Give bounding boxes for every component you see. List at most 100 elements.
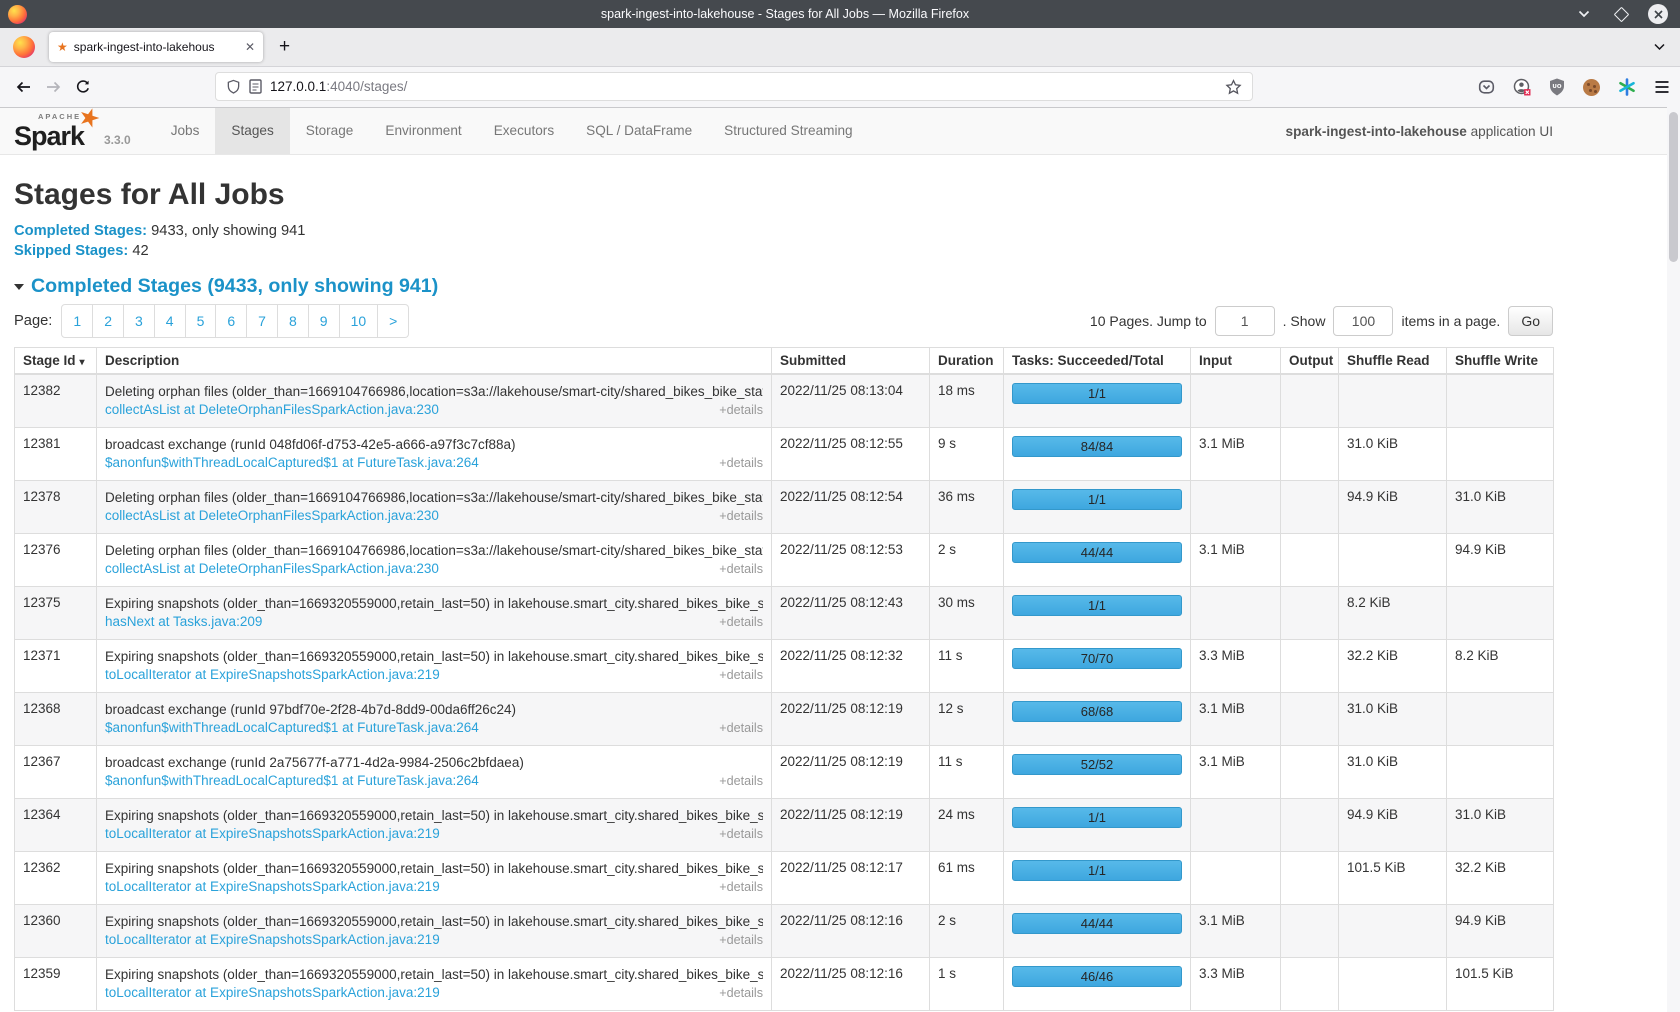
details-toggle[interactable]: +details <box>719 825 763 843</box>
items-per-page-input[interactable] <box>1333 306 1393 336</box>
bookmark-star-icon[interactable] <box>1225 79 1242 95</box>
stage-row: 12375Expiring snapshots (older_than=1669… <box>15 587 1554 640</box>
shuffle-read-cell: 94.9 KiB <box>1339 799 1447 852</box>
page-info-icon[interactable] <box>249 79 262 94</box>
tab-close-icon[interactable]: ✕ <box>245 40 255 54</box>
nav-item-sql-dataframe[interactable]: SQL / DataFrame <box>570 108 708 154</box>
col-header-stage-id[interactable]: Stage Id▾ <box>15 348 97 375</box>
col-header-duration[interactable]: Duration <box>930 348 1004 375</box>
submitted-cell: 2022/11/25 08:12:19 <box>772 746 930 799</box>
description-cell: Expiring snapshots (older_than=166932055… <box>97 958 772 1011</box>
duration-cell: 11 s <box>930 746 1004 799</box>
stage-detail-link[interactable]: collectAsList at DeleteOrphanFilesSparkA… <box>105 507 439 525</box>
new-tab-button[interactable]: + <box>279 36 290 58</box>
nav-item-structured-streaming[interactable]: Structured Streaming <box>708 108 868 154</box>
page-button-9[interactable]: 9 <box>309 304 340 338</box>
details-toggle[interactable]: +details <box>719 560 763 578</box>
page-button-4[interactable]: 4 <box>155 304 186 338</box>
col-header-output[interactable]: Output <box>1281 348 1339 375</box>
shuffle-write-cell <box>1447 428 1554 481</box>
details-toggle[interactable]: +details <box>719 454 763 472</box>
col-header-shuffle-write[interactable]: Shuffle Write <box>1447 348 1554 375</box>
stage-detail-link[interactable]: hasNext at Tasks.java:209 <box>105 613 262 631</box>
browser-toolbar: 127.0.0.1:4040/stages/ UO <box>0 67 1680 108</box>
browser-tab[interactable]: ★ spark-ingest-into-lakehous ✕ <box>49 32 263 62</box>
url-bar[interactable]: 127.0.0.1:4040/stages/ <box>215 72 1253 101</box>
url-text[interactable]: 127.0.0.1:4040/stages/ <box>270 79 1217 94</box>
description-cell: Expiring snapshots (older_than=166932055… <box>97 587 772 640</box>
page-button-3[interactable]: 3 <box>124 304 155 338</box>
reload-button[interactable] <box>68 79 98 95</box>
firefox-icon-small[interactable] <box>13 36 35 58</box>
col-header-tasks-succeeded-total[interactable]: Tasks: Succeeded/Total <box>1004 348 1191 375</box>
spark-logo[interactable]: APACHE Spark ★ <box>14 110 96 152</box>
shield-icon[interactable] <box>226 79 241 95</box>
jump-to-page-input[interactable] <box>1215 306 1275 336</box>
completed-stages-section-header[interactable]: Completed Stages (9433, only showing 941… <box>14 275 1553 298</box>
ublock-origin-icon[interactable]: UO <box>1549 78 1565 96</box>
details-toggle[interactable]: +details <box>719 666 763 684</box>
stage-detail-link[interactable]: collectAsList at DeleteOrphanFilesSparkA… <box>105 560 439 578</box>
profile-extension-icon[interactable] <box>1513 78 1531 96</box>
col-header-shuffle-read[interactable]: Shuffle Read <box>1339 348 1447 375</box>
submitted-cell: 2022/11/25 08:12:53 <box>772 534 930 587</box>
page-button-1[interactable]: 1 <box>61 304 93 338</box>
stage-detail-link[interactable]: toLocalIterator at ExpireSnapshotsSparkA… <box>105 984 440 1002</box>
stage-detail-link[interactable]: toLocalIterator at ExpireSnapshotsSparkA… <box>105 931 440 949</box>
forward-button[interactable] <box>38 79 68 95</box>
stage-detail-link[interactable]: collectAsList at DeleteOrphanFilesSparkA… <box>105 401 439 419</box>
page-button-6[interactable]: 6 <box>216 304 247 338</box>
spark-logo-word: Spark <box>14 121 84 152</box>
page-button-next[interactable]: > <box>378 304 409 338</box>
col-header-input[interactable]: Input <box>1191 348 1281 375</box>
stage-detail-link[interactable]: toLocalIterator at ExpireSnapshotsSparkA… <box>105 666 440 684</box>
stage-row: 12367broadcast exchange (runId 2a75677f-… <box>15 746 1554 799</box>
col-header-description[interactable]: Description <box>97 348 772 375</box>
nav-item-executors[interactable]: Executors <box>478 108 570 154</box>
page-button-5[interactable]: 5 <box>186 304 217 338</box>
details-toggle[interactable]: +details <box>719 984 763 1002</box>
nav-item-storage[interactable]: Storage <box>290 108 370 154</box>
scrollbar-thumb[interactable] <box>1669 112 1678 262</box>
description-line2: collectAsList at DeleteOrphanFilesSparkA… <box>105 560 763 578</box>
go-button[interactable]: Go <box>1508 306 1553 336</box>
page-button-2[interactable]: 2 <box>93 304 124 338</box>
window-maximize-icon[interactable] <box>1611 4 1631 24</box>
window-minimize-icon[interactable] <box>1574 4 1594 24</box>
completed-stages-label[interactable]: Completed Stages: <box>14 223 147 239</box>
pocket-icon[interactable] <box>1478 79 1495 95</box>
stage-detail-link[interactable]: toLocalIterator at ExpireSnapshotsSparkA… <box>105 878 440 896</box>
stage-description: Expiring snapshots (older_than=166932055… <box>105 595 763 613</box>
stage-detail-link[interactable]: toLocalIterator at ExpireSnapshotsSparkA… <box>105 825 440 843</box>
stage-description: Expiring snapshots (older_than=166932055… <box>105 913 763 931</box>
details-toggle[interactable]: +details <box>719 613 763 631</box>
page-button-7[interactable]: 7 <box>247 304 278 338</box>
stage-id-cell: 12362 <box>15 852 97 905</box>
details-toggle[interactable]: +details <box>719 878 763 896</box>
cookie-icon[interactable] <box>1583 79 1600 96</box>
stage-detail-link[interactable]: $anonfun$withThreadLocalCaptured$1 at Fu… <box>105 719 479 737</box>
submitted-cell: 2022/11/25 08:12:43 <box>772 587 930 640</box>
details-toggle[interactable]: +details <box>719 719 763 737</box>
window-close-icon[interactable] <box>1648 4 1668 24</box>
skipped-stages-label[interactable]: Skipped Stages: <box>14 243 128 259</box>
page-button-8[interactable]: 8 <box>278 304 309 338</box>
nav-item-environment[interactable]: Environment <box>369 108 477 154</box>
nav-item-jobs[interactable]: Jobs <box>155 108 216 154</box>
submitted-cell: 2022/11/25 08:13:04 <box>772 374 930 428</box>
page-button-10[interactable]: 10 <box>340 304 379 338</box>
stage-detail-link[interactable]: $anonfun$withThreadLocalCaptured$1 at Fu… <box>105 454 479 472</box>
nav-item-stages[interactable]: Stages <box>215 108 289 154</box>
list-tabs-chevron-icon[interactable] <box>1653 42 1666 52</box>
stage-detail-link[interactable]: $anonfun$withThreadLocalCaptured$1 at Fu… <box>105 772 479 790</box>
details-toggle[interactable]: +details <box>719 401 763 419</box>
details-toggle[interactable]: +details <box>719 772 763 790</box>
details-toggle[interactable]: +details <box>719 507 763 525</box>
hamburger-menu-icon[interactable] <box>1654 80 1670 94</box>
details-toggle[interactable]: +details <box>719 931 763 949</box>
col-header-submitted[interactable]: Submitted <box>772 348 930 375</box>
page-scrollbar[interactable] <box>1667 107 1680 1012</box>
colorful-asterisk-icon[interactable] <box>1618 78 1636 96</box>
back-button[interactable] <box>8 79 38 95</box>
svg-text:UO: UO <box>1552 84 1561 90</box>
